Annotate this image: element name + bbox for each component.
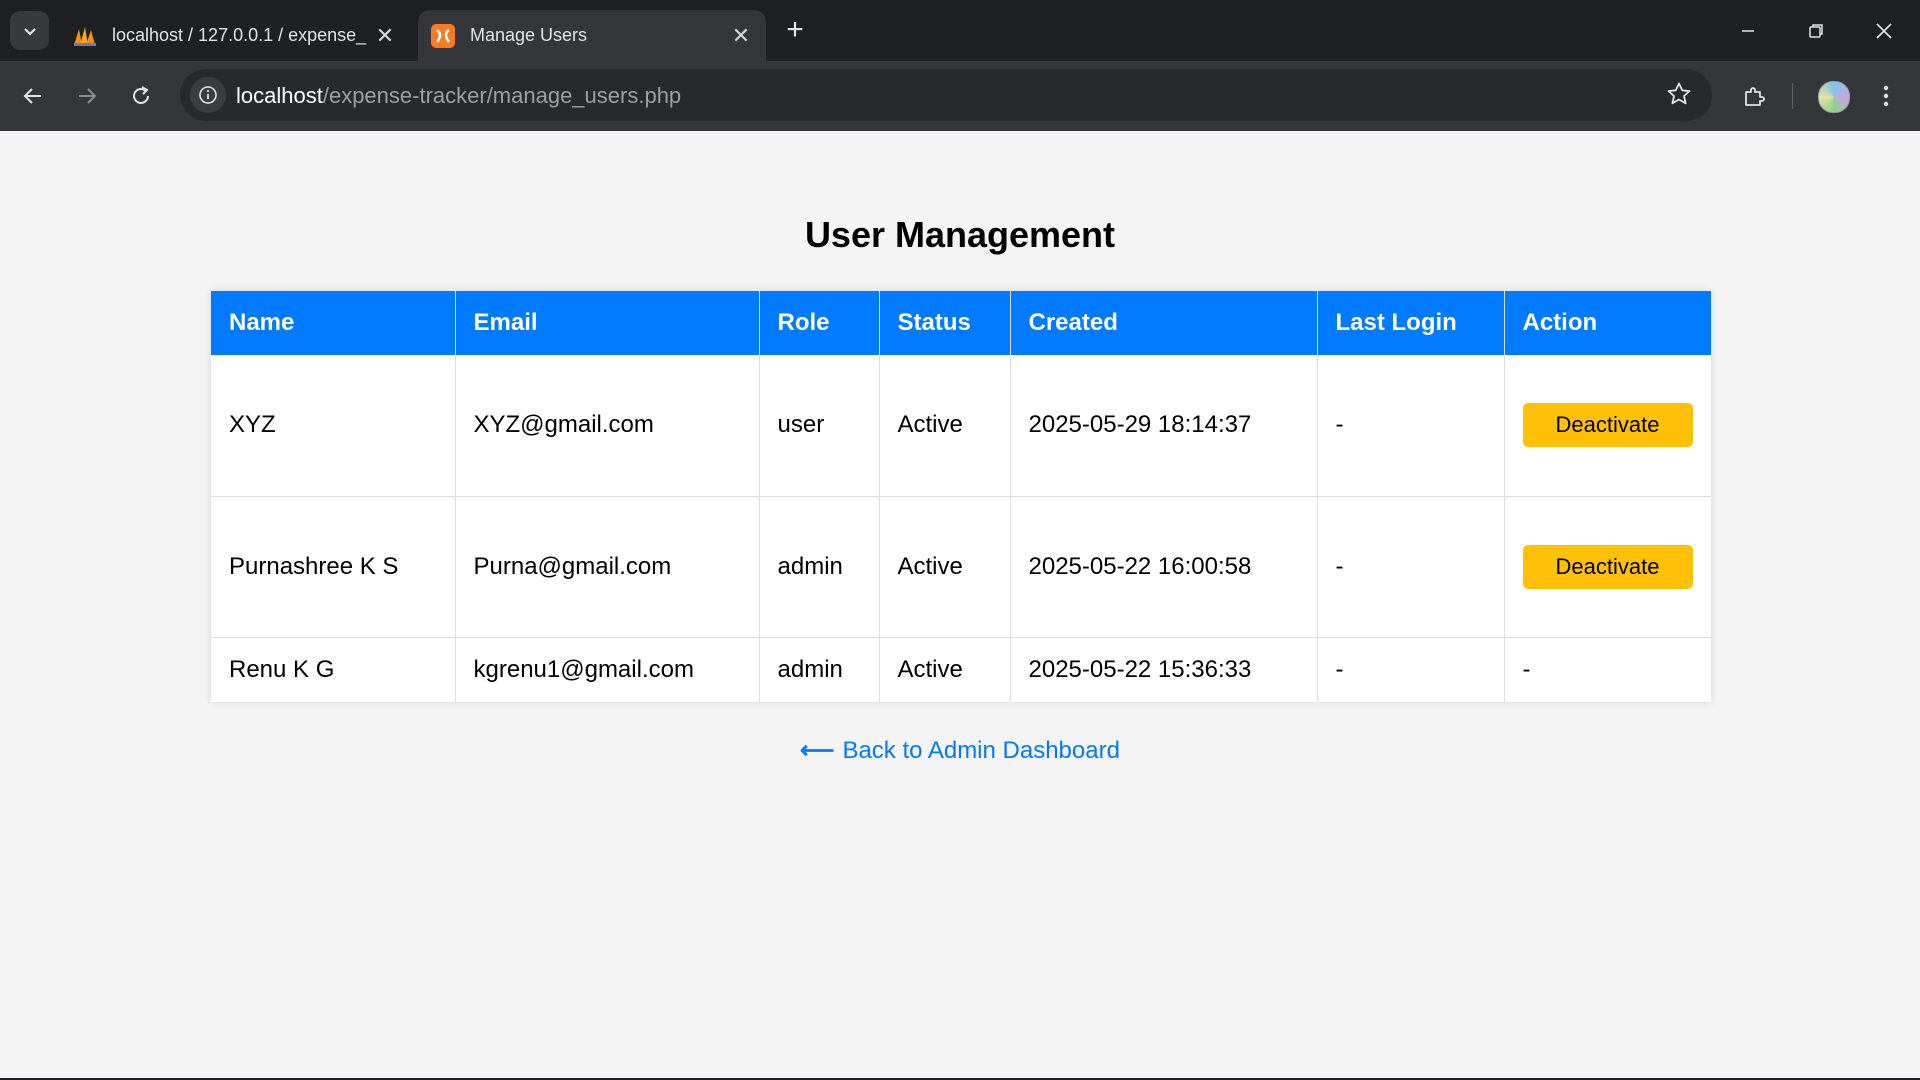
cell-last-login: - [1317, 637, 1505, 702]
restore-icon [1809, 23, 1823, 38]
close-icon [1876, 22, 1892, 39]
cell-email: kgrenu1@gmail.com [455, 637, 760, 702]
menu-button[interactable] [1867, 77, 1905, 115]
toolbar-divider [1792, 83, 1793, 109]
cell-created: 2025-05-29 18:14:37 [1010, 355, 1318, 497]
chevron-down-icon [23, 27, 36, 36]
column-header-role: Role [759, 291, 880, 355]
column-header-action: Action [1504, 291, 1711, 355]
xampp-icon [431, 23, 455, 48]
table-header-row: Name Email Role Status Created Last Logi… [211, 291, 1711, 355]
cell-status: Active [879, 496, 1011, 638]
cell-last-login: - [1317, 496, 1505, 638]
new-tab-button[interactable]: + [778, 14, 812, 48]
cell-status: Active [879, 355, 1011, 497]
table-row: Purnashree K S Purna@gmail.com admin Act… [211, 496, 1711, 638]
address-bar[interactable]: localhost/expense-tracker/manage_users.p… [180, 69, 1712, 121]
close-window-button[interactable] [1850, 0, 1918, 61]
tab-phpmyadmin[interactable]: localhost / 127.0.0.1 / expense_ ✕ [60, 10, 410, 61]
page-title: User Management [804, 214, 1116, 255]
cell-last-login: - [1317, 355, 1505, 497]
table-row: XYZ XYZ@gmail.com user Active 2025-05-29… [211, 355, 1711, 497]
restore-button[interactable] [1782, 0, 1850, 61]
tab-manage-users[interactable]: Manage Users ✕ [418, 10, 766, 61]
column-header-status: Status [879, 291, 1011, 355]
cell-created: 2025-05-22 16:00:58 [1010, 496, 1318, 638]
cell-action: Deactivate [1504, 355, 1711, 497]
users-table: Name Email Role Status Created Last Logi… [211, 291, 1711, 702]
browser-toolbar: localhost/expense-tracker/manage_users.p… [0, 61, 1920, 131]
cell-email: XYZ@gmail.com [455, 355, 760, 497]
cell-role: admin [759, 637, 880, 702]
url-path: /expense-tracker/manage_users.php [322, 83, 682, 108]
column-header-created: Created [1010, 291, 1318, 355]
column-header-last-login: Last Login [1317, 291, 1505, 355]
bookmark-button[interactable] [1666, 81, 1692, 112]
minimize-icon [1742, 29, 1754, 32]
table-row: Renu K G kgrenu1@gmail.com admin Active … [211, 637, 1711, 702]
star-icon [1667, 82, 1691, 105]
more-vertical-icon [1883, 85, 1889, 107]
back-link-label: Back to Admin Dashboard [842, 737, 1120, 764]
puzzle-icon [1745, 87, 1765, 106]
info-icon [199, 86, 217, 104]
phpmyadmin-icon [74, 26, 96, 46]
cell-email: Purna@gmail.com [455, 496, 760, 638]
tab-title: Manage Users [470, 25, 588, 45]
url-text[interactable]: localhost/expense-tracker/manage_users.p… [236, 83, 681, 109]
cell-created: 2025-05-22 15:36:33 [1010, 637, 1318, 702]
cell-role: user [759, 355, 880, 497]
arrow-left-icon: ⟵ [800, 737, 835, 764]
reload-icon [133, 86, 149, 104]
url-host: localhost [236, 83, 323, 108]
cell-action: Deactivate [1504, 496, 1711, 638]
cell-name: Renu K G [211, 637, 456, 702]
site-info-button[interactable] [190, 77, 226, 113]
cell-action: - [1522, 655, 1531, 683]
arrow-right-icon [79, 88, 97, 104]
profile-avatar[interactable] [1818, 81, 1850, 113]
extensions-button[interactable] [1735, 77, 1773, 115]
deactivate-button[interactable]: Deactivate [1522, 544, 1693, 589]
cell-status: Active [879, 637, 1011, 702]
back-to-dashboard-link[interactable]: ⟵ Back to Admin Dashboard [0, 736, 1920, 765]
reload-button[interactable] [122, 77, 160, 115]
cell-name: Purnashree K S [211, 496, 456, 638]
browser-titlebar: localhost / 127.0.0.1 / expense_ ✕ Manag… [0, 0, 1920, 61]
column-header-name: Name [211, 291, 456, 355]
cell-name: XYZ [211, 355, 456, 497]
back-button[interactable] [14, 77, 52, 115]
forward-button[interactable] [68, 77, 106, 115]
close-icon[interactable]: ✕ [368, 23, 402, 49]
cell-role: admin [759, 496, 880, 638]
close-icon[interactable]: ✕ [724, 23, 758, 49]
deactivate-button[interactable]: Deactivate [1522, 403, 1693, 448]
column-header-email: Email [455, 291, 760, 355]
tab-title: localhost / 127.0.0.1 / expense_ [112, 25, 367, 45]
arrow-left-icon [23, 88, 41, 104]
minimize-button[interactable] [1714, 0, 1782, 61]
tab-search-button[interactable] [10, 11, 49, 50]
